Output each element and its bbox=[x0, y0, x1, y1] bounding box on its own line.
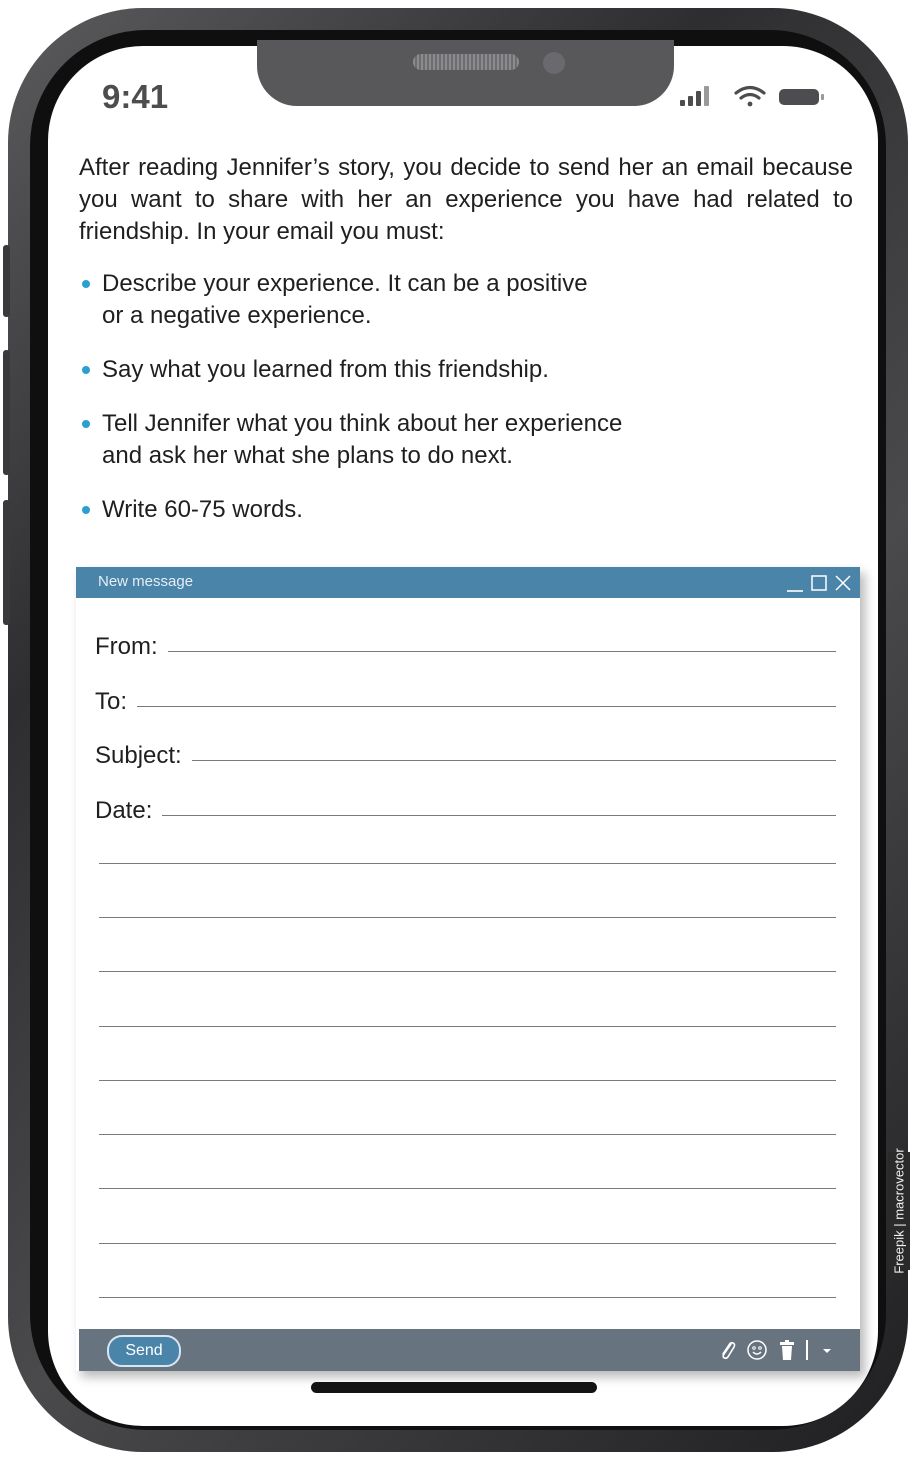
from-label: From: bbox=[95, 633, 158, 660]
to-field[interactable]: To: bbox=[95, 682, 836, 716]
image-credit: Freepik | macrovector bbox=[888, 1148, 910, 1274]
footer-tools bbox=[716, 1338, 838, 1362]
notch bbox=[257, 40, 674, 106]
email-compose-window: New message From: To: Subject: Date: Sen… bbox=[76, 567, 860, 1371]
task-item: Say what you learned from this friendshi… bbox=[79, 354, 692, 386]
message-line[interactable] bbox=[99, 1297, 836, 1298]
speaker-grille bbox=[413, 54, 519, 70]
subject-field[interactable]: Subject: bbox=[95, 736, 836, 770]
message-line[interactable] bbox=[99, 971, 836, 972]
to-label: To: bbox=[95, 688, 128, 715]
bullet-icon bbox=[82, 420, 90, 428]
subject-label: Subject: bbox=[95, 742, 182, 769]
message-line[interactable] bbox=[99, 1134, 836, 1135]
date-input-line[interactable] bbox=[162, 815, 836, 816]
message-line[interactable] bbox=[99, 1026, 836, 1027]
task-text-line1: Write 60-75 words. bbox=[102, 496, 303, 523]
status-time: 9:41 bbox=[102, 78, 169, 115]
date-label: Date: bbox=[95, 797, 153, 824]
wifi-icon bbox=[734, 85, 766, 107]
email-title-bar: New message bbox=[76, 567, 860, 598]
dropdown-arrow-icon[interactable] bbox=[816, 1338, 838, 1362]
email-window-title: New message bbox=[98, 573, 194, 590]
task-text-line1: Tell Jennifer what you think about her e… bbox=[102, 410, 623, 437]
task-text-line1: Describe your experience. It can be a po… bbox=[102, 270, 588, 297]
close-icon[interactable] bbox=[834, 573, 852, 593]
message-line[interactable] bbox=[99, 1080, 836, 1081]
intro-text: After reading Jennifer’s story, you deci… bbox=[79, 154, 853, 245]
credit-text: Freepik | macrovector bbox=[891, 1148, 907, 1274]
toolbar-divider bbox=[806, 1340, 808, 1360]
task-item: Tell Jennifer what you think about her e… bbox=[79, 408, 692, 472]
bullet-icon bbox=[82, 506, 90, 514]
front-camera bbox=[543, 52, 565, 74]
home-indicator bbox=[311, 1382, 597, 1393]
task-text-line1: Say what you learned from this friendshi… bbox=[102, 356, 549, 383]
task-item: Describe your experience. It can be a po… bbox=[79, 268, 692, 332]
battery-icon bbox=[779, 89, 824, 105]
subject-input-line[interactable] bbox=[191, 760, 836, 761]
signal-icon bbox=[680, 86, 709, 106]
emoji-icon[interactable] bbox=[746, 1338, 768, 1362]
task-text-line2: and ask her what she plans to do next. bbox=[102, 442, 513, 469]
task-text-line2: or a negative experience. bbox=[102, 302, 372, 329]
window-controls bbox=[786, 573, 852, 593]
task-list: Describe your experience. It can be a po… bbox=[79, 268, 853, 526]
to-input-line[interactable] bbox=[137, 706, 836, 707]
from-field[interactable]: From: bbox=[95, 627, 836, 661]
bullet-icon bbox=[82, 280, 90, 288]
message-line[interactable] bbox=[99, 863, 836, 864]
attach-icon[interactable] bbox=[716, 1338, 738, 1362]
email-footer-bar: Send bbox=[79, 1329, 860, 1371]
task-instructions: After reading Jennifer’s story, you deci… bbox=[79, 152, 853, 548]
message-line[interactable] bbox=[99, 917, 836, 918]
message-line[interactable] bbox=[99, 1188, 836, 1189]
date-field[interactable]: Date: bbox=[95, 791, 836, 825]
status-icons-svg bbox=[680, 85, 824, 107]
page: 9:41 After reading Jennifer’s story, you… bbox=[0, 0, 916, 1458]
message-line[interactable] bbox=[99, 1243, 836, 1244]
maximize-icon[interactable] bbox=[810, 573, 828, 593]
trash-icon[interactable] bbox=[776, 1338, 798, 1362]
from-input-line[interactable] bbox=[167, 651, 836, 652]
task-item: Write 60-75 words. bbox=[79, 494, 692, 526]
minimize-icon[interactable] bbox=[786, 573, 804, 593]
bullet-icon bbox=[82, 366, 90, 374]
send-button[interactable]: Send bbox=[107, 1335, 181, 1367]
status-icons bbox=[678, 84, 828, 110]
